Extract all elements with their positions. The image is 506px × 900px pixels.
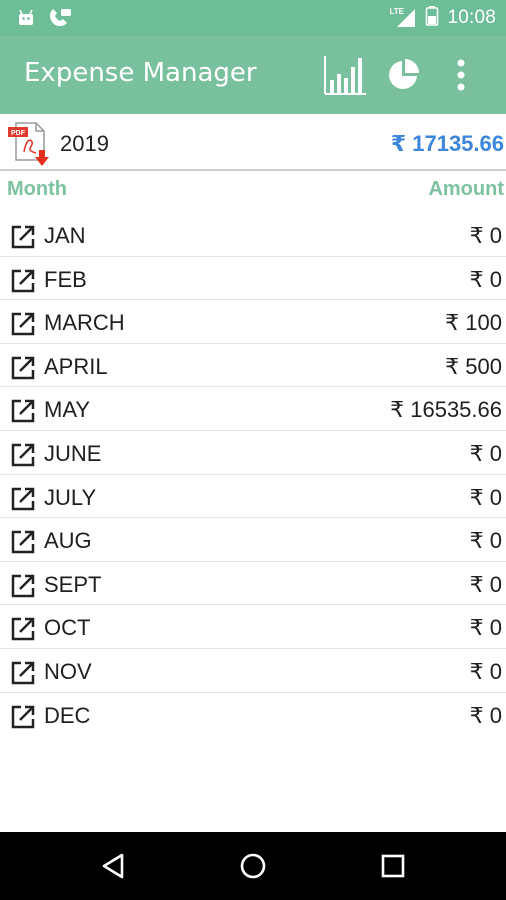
- year-total: ₹ 17135.66: [390, 131, 504, 156]
- back-icon: [102, 853, 124, 879]
- pie-chart-icon: [389, 59, 419, 89]
- list-item[interactable]: DEC ₹ 0: [0, 693, 506, 737]
- recents-button[interactable]: [358, 832, 428, 900]
- edit-icon[interactable]: [9, 267, 37, 300]
- month-name: JAN: [44, 223, 86, 248]
- month-name: JULY: [44, 484, 97, 510]
- list-item[interactable]: MARCH ₹ 100: [0, 300, 506, 344]
- battery-icon: [425, 5, 439, 32]
- month-name: MARCH: [44, 310, 125, 336]
- phone-call-icon: [48, 7, 72, 34]
- year-summary: PDF 2019 ₹ 17135.66: [0, 114, 506, 171]
- month-list: JAN ₹ 0 FEB ₹ 0 MARCH ₹ 100 APRIL ₹ 500 …: [0, 213, 506, 736]
- signal-icon: LTE: [389, 7, 417, 29]
- home-button[interactable]: [218, 832, 288, 900]
- app-title: Expense Manager: [24, 58, 257, 88]
- overflow-menu-icon: [457, 59, 465, 91]
- list-item[interactable]: OCT ₹ 0: [0, 605, 506, 649]
- month-name: MAY: [44, 397, 91, 423]
- list-item[interactable]: JUNE ₹ 0: [0, 431, 506, 475]
- month-amount: ₹ 0: [469, 702, 502, 728]
- list-item[interactable]: APRIL ₹ 500: [0, 344, 506, 388]
- edit-icon[interactable]: [9, 659, 37, 692]
- edit-icon[interactable]: [9, 310, 37, 343]
- navigation-bar: [0, 832, 506, 900]
- edit-icon[interactable]: [9, 485, 37, 518]
- edit-icon[interactable]: [9, 354, 37, 387]
- edit-icon[interactable]: [9, 528, 37, 561]
- month-name: AUG: [44, 528, 92, 554]
- month-amount: ₹ 500: [445, 353, 502, 379]
- list-item[interactable]: SEPT ₹ 0: [0, 562, 506, 606]
- list-item[interactable]: FEB ₹ 0: [0, 257, 506, 301]
- recents-icon: [381, 854, 405, 878]
- list-item[interactable]: JAN ₹ 0: [0, 213, 506, 257]
- edit-icon[interactable]: [9, 441, 37, 474]
- status-bar: LTE 10:08: [0, 0, 506, 36]
- list-item[interactable]: JULY ₹ 0: [0, 475, 506, 519]
- month-column-header: Month: [7, 178, 67, 200]
- edit-icon[interactable]: [9, 223, 37, 256]
- pie-chart-button[interactable]: [378, 50, 428, 100]
- list-item[interactable]: MAY ₹ 16535.66: [0, 387, 506, 431]
- month-amount: ₹ 0: [469, 223, 502, 248]
- amount-column-header: Amount: [428, 178, 504, 200]
- list-item[interactable]: NOV ₹ 0: [0, 649, 506, 693]
- android-icon: [16, 8, 36, 33]
- edit-icon[interactable]: [9, 703, 37, 736]
- month-amount: ₹ 0: [469, 615, 502, 641]
- month-amount: ₹ 16535.66: [390, 397, 502, 423]
- month-amount: ₹ 0: [469, 484, 502, 510]
- month-amount: ₹ 0: [469, 571, 502, 597]
- system-status: LTE 10:08: [389, 0, 496, 36]
- edit-icon[interactable]: [9, 572, 37, 605]
- month-amount: ₹ 0: [469, 266, 502, 292]
- month-name: JUNE: [44, 440, 102, 466]
- month-name: FEB: [44, 266, 87, 292]
- month-name: DEC: [44, 702, 91, 728]
- app-bar: Expense Manager: [0, 36, 506, 114]
- month-amount: ₹ 0: [469, 440, 502, 466]
- pdf-download-icon: PDF: [8, 122, 49, 166]
- month-amount: ₹ 100: [445, 310, 502, 336]
- home-icon: [240, 853, 266, 879]
- pdf-label: PDF: [11, 130, 26, 137]
- clock: 10:08: [447, 7, 496, 28]
- edit-icon[interactable]: [9, 615, 37, 648]
- bar-chart-button[interactable]: [320, 50, 370, 100]
- bar-chart-icon: [324, 56, 366, 95]
- overflow-menu-button[interactable]: [436, 50, 486, 100]
- list-item[interactable]: AUG ₹ 0: [0, 518, 506, 562]
- month-amount: ₹ 0: [469, 528, 502, 554]
- month-name: OCT: [44, 615, 91, 641]
- month-name: SEPT: [44, 571, 102, 597]
- edit-icon[interactable]: [9, 397, 37, 430]
- app-bar-actions: [312, 50, 486, 100]
- month-amount: ₹ 0: [469, 658, 502, 684]
- pdf-download-button[interactable]: PDF: [6, 120, 54, 173]
- month-name: APRIL: [44, 353, 108, 379]
- month-name: NOV: [44, 658, 92, 684]
- year-label[interactable]: 2019: [60, 131, 109, 157]
- notification-icons: [16, 7, 72, 34]
- list-header: Month Amount: [0, 177, 506, 205]
- back-button[interactable]: [78, 832, 148, 900]
